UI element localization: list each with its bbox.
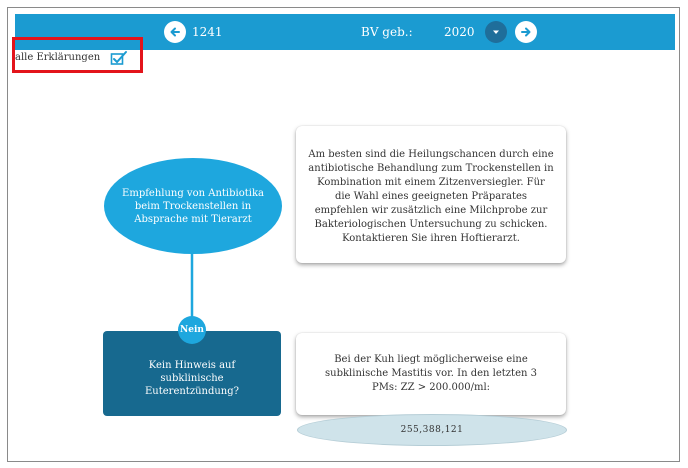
values-ellipse: 255,388,121 xyxy=(297,414,567,446)
info-card: Bei der Kuh liegt möglicherweise eine su… xyxy=(296,333,566,415)
caret-down-icon xyxy=(493,30,499,34)
info-card-text: Bei der Kuh liegt möglicherweise eine su… xyxy=(325,354,537,393)
year-dropdown-button[interactable] xyxy=(485,21,507,43)
values-text: 255,388,121 xyxy=(400,425,464,435)
recommendation-explanation-card: Am besten sind die Heilungschancen durch… xyxy=(296,126,566,263)
decision-node-text: Kein Hinweis auf subklinische Euterentzü… xyxy=(144,360,240,397)
arrow-right-icon xyxy=(521,27,531,37)
previous-button[interactable] xyxy=(164,21,186,43)
next-button[interactable] xyxy=(515,21,537,43)
all-explanations-label: alle Erklärungen xyxy=(15,52,101,63)
arrow-left-icon xyxy=(170,27,180,37)
recommendation-explanation-text: Am besten sind die Heilungschancen durch… xyxy=(308,149,554,244)
edit-checkbox-icon[interactable] xyxy=(110,50,128,66)
bv-label: BV geb.: xyxy=(361,25,413,39)
year-value: 2020 xyxy=(444,25,475,39)
nein-badge: Nein xyxy=(178,316,206,344)
recommendation-node: Empfehlung von Antibiotika beim Trockens… xyxy=(104,158,282,254)
animal-id: 1241 xyxy=(192,25,223,39)
recommendation-node-text: Empfehlung von Antibiotika beim Trockens… xyxy=(122,187,264,225)
